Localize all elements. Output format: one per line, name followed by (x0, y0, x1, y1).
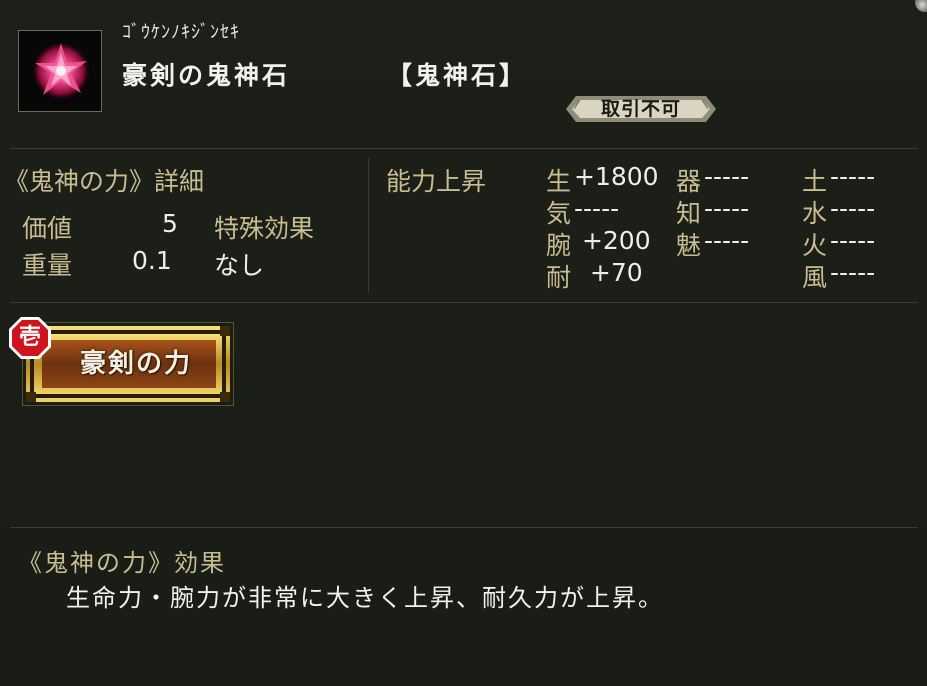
stat-label-earth: 土 (802, 167, 828, 196)
stat-value-charm: ----- (704, 226, 750, 255)
stat-label-water: 水 (802, 199, 828, 228)
weight-label: 重量 (22, 251, 73, 280)
value-number: 5 (162, 209, 178, 238)
special-effect-label: 特殊効果 (214, 214, 315, 243)
item-reading: ｺﾞｳｹﾝﾉｷｼﾞﾝｾｷ (122, 22, 240, 43)
item-category: 【鬼神石】 (387, 61, 528, 90)
skill-rank-text: 壱 (18, 324, 41, 350)
special-effect-value: なし (214, 251, 265, 280)
divider-vertical (368, 158, 369, 293)
stat-value-intellect: ----- (704, 194, 750, 223)
trade-status-badge: 取引不可 (566, 94, 716, 124)
stat-label-life: 生 (546, 167, 572, 196)
stat-value-arm: +200 (574, 226, 651, 255)
stat-value-life: +1800 (574, 162, 659, 191)
effect-title: 《鬼神の力》効果 (18, 549, 226, 577)
weight-number: 0.1 (132, 246, 172, 275)
item-name: 豪剣の鬼神石 (122, 61, 291, 90)
stat-value-ki: ----- (574, 194, 620, 223)
stat-label-ki: 気 (546, 199, 572, 228)
stat-label-charm: 魅 (676, 231, 702, 260)
skill-button[interactable]: 豪剣の力 (22, 322, 234, 406)
item-detail-panel: ｺﾞｳｹﾝﾉｷｼﾞﾝｾｷ 豪剣の鬼神石 【鬼神石】 取引不可 《鬼神の力》詳細 … (0, 0, 927, 686)
stat-value-fire: ----- (830, 226, 876, 255)
stat-value-water: ----- (830, 194, 876, 223)
stat-label-dexterity: 器 (676, 167, 702, 196)
stat-label-arm: 腕 (546, 231, 572, 260)
skill-rank-badge: 壱 (8, 316, 52, 360)
stat-label-fire: 火 (802, 231, 828, 260)
trade-status-label: 取引不可 (600, 98, 681, 120)
skill-button-label: 豪剣の力 (79, 349, 192, 379)
stat-value-wind: ----- (830, 258, 876, 287)
value-label: 価値 (22, 214, 73, 243)
divider-top (10, 148, 918, 149)
divider-bottom (10, 527, 918, 528)
stat-value-dexterity: ----- (704, 162, 750, 191)
crystal-gem-icon (31, 41, 91, 101)
details-title: 《鬼神の力》詳細 (4, 167, 205, 196)
stat-label-endurance: 耐 (546, 263, 572, 292)
item-icon-frame (18, 30, 102, 112)
stat-value-earth: ----- (830, 162, 876, 191)
effect-description: 生命力・腕力が非常に大きく上昇、耐久力が上昇。 (66, 584, 664, 612)
stat-value-endurance: +70 (574, 258, 643, 287)
stat-label-wind: 風 (802, 263, 828, 292)
ability-title: 能力上昇 (386, 167, 487, 196)
divider-middle (10, 302, 918, 303)
close-corner-icon[interactable] (915, 0, 927, 12)
stat-label-intellect: 知 (676, 199, 702, 228)
